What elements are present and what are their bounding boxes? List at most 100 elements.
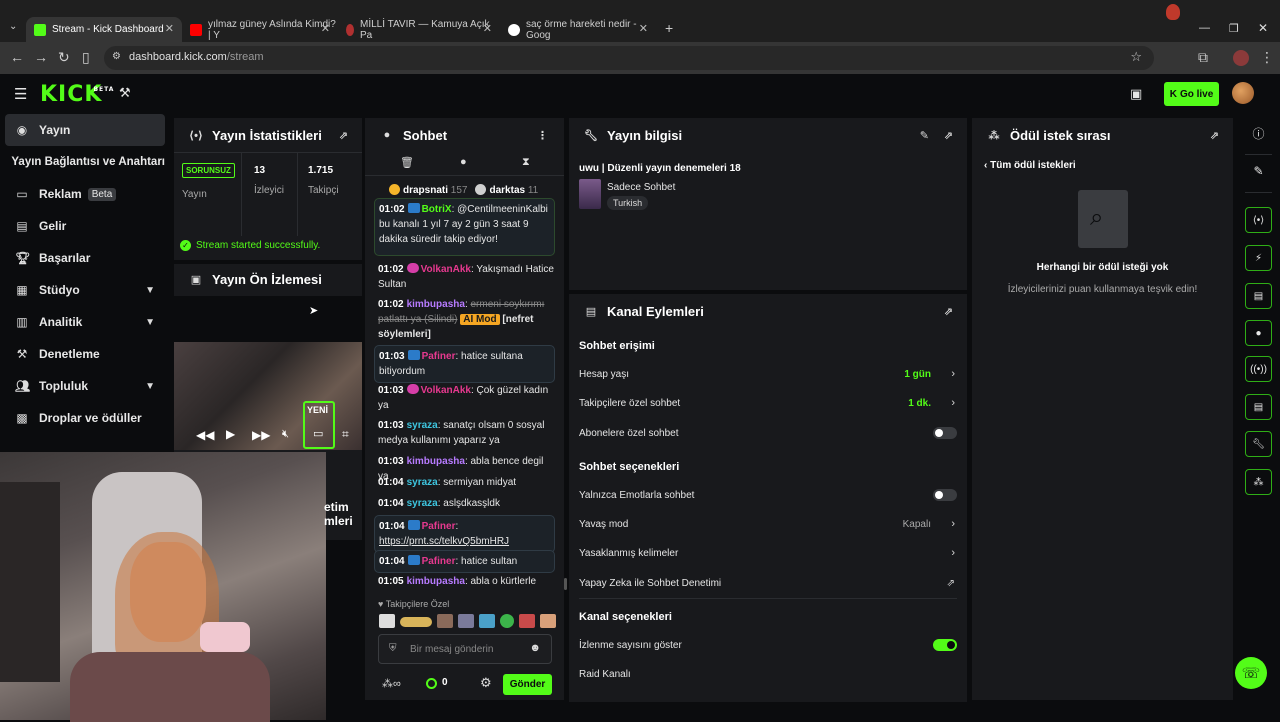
minimize-icon[interactable]: — xyxy=(1199,22,1210,34)
sidebar-item-droplar[interactable]: ▩ Droplar ve ödüller xyxy=(5,402,165,434)
new-feature-badge-box[interactable]: YENİ ▭ xyxy=(303,401,335,449)
info-icon[interactable]: ⓘ xyxy=(1245,120,1272,146)
theatre-mode-icon[interactable]: ▣ xyxy=(1130,86,1142,102)
edit-pencil-icon[interactable]: ✎ xyxy=(1245,158,1272,184)
document-icon[interactable]: ▤ xyxy=(1245,283,1272,309)
close-window-icon[interactable]: ✕ xyxy=(1258,21,1268,35)
banned-words-row[interactable]: Yasaklanmış kelimeler › xyxy=(579,543,957,563)
language-tag[interactable]: Turkish xyxy=(607,196,649,210)
popout-icon[interactable]: ⇗ xyxy=(944,305,953,318)
send-button[interactable]: Gönder xyxy=(503,674,552,695)
sidebar-item-analitik[interactable]: ▥ Analitik ▼ xyxy=(5,306,165,338)
all-rewards-link[interactable]: ‹ Tüm ödül istekleri xyxy=(984,160,1076,171)
mute-icon[interactable]: 🔇︎ xyxy=(282,428,289,441)
chat-message-deleted[interactable]: 01:02 kimbupasha: ermeni soykırımı patlat… xyxy=(378,297,554,342)
close-tab-icon[interactable]: ✕ xyxy=(483,22,492,35)
close-tab-icon[interactable]: ✕ xyxy=(165,22,174,35)
chat-input[interactable]: ⛨ Bir mesaj gönderin ☻ xyxy=(378,634,552,664)
video-preview[interactable]: ◀◀ ▶ ▶▶ 🔇︎ YENİ ▭ ⌗ xyxy=(174,342,362,450)
chat-message[interactable]: 01:03 syraza: sanatçı olsam 0 sosyal medy… xyxy=(378,418,554,448)
close-tab-icon[interactable]: ✕ xyxy=(321,22,330,35)
followers-chat-row[interactable]: Takipçilere özel sohbet 1 dk. › xyxy=(579,393,957,413)
chat-message[interactable]: 01:04 syraza: aslşdkasşldk xyxy=(378,496,554,511)
top-user-2[interactable]: darktas 11 xyxy=(475,184,538,196)
emote-only-row[interactable]: Yalnızca Emotlarla sohbet xyxy=(579,485,957,505)
emoji-icon[interactable]: ☻ xyxy=(529,642,541,654)
support-chat-icon[interactable]: ☏ xyxy=(1235,657,1267,689)
popout-icon[interactable]: ⇗ xyxy=(339,129,348,142)
ai-moderation-row[interactable]: Yapay Zeka ile Sohbet Denetimi ⇗ xyxy=(579,573,957,593)
sidebar-item-stream-key[interactable]: Yayın Bağlantısı ve Anahtarı xyxy=(5,146,165,178)
emote-icon[interactable] xyxy=(458,614,474,628)
chat-message[interactable]: 01:03 Pafiner: hatice sultana bitiyordum xyxy=(374,345,555,383)
sidebar-item-gelir[interactable]: ▤ Gelir xyxy=(5,210,165,242)
chat-message[interactable]: 01:02 BotriX: @CentilmeeninKalbi bu kanal… xyxy=(374,198,555,256)
user-avatar[interactable] xyxy=(1232,82,1254,104)
edit-pencil-icon[interactable]: ✎ xyxy=(920,129,929,142)
raid-channel-row[interactable]: Raid Kanalı xyxy=(579,664,957,684)
show-views-row[interactable]: İzlenme sayısını göster xyxy=(579,635,957,655)
users-infinity-icon[interactable]: ⁂∞ xyxy=(382,677,401,690)
chat-scrollbar[interactable] xyxy=(564,578,567,590)
hammer-icon[interactable]: ⚒ xyxy=(119,85,131,101)
chat-widget-icon[interactable]: ● xyxy=(1245,320,1272,346)
extensions-icon[interactable]: ⧉ xyxy=(1198,49,1208,66)
msg-link[interactable]: https://prnt.sc/telkvQ5bmHRJ xyxy=(379,536,509,547)
hourglass-icon[interactable]: ⧗ xyxy=(522,156,530,169)
crop-icon[interactable]: ⌗ xyxy=(342,427,349,442)
chat-message[interactable]: 01:02 VolkanAkk: Yakışmadı Hatice Sultan xyxy=(378,262,554,292)
emote-icon[interactable] xyxy=(479,614,495,628)
forward-arrow-icon[interactable]: → xyxy=(34,49,48,65)
split-view-icon[interactable]: ▯ xyxy=(82,49,90,66)
browser-tab-kick[interactable]: Stream - Kick Dashboard ✕ xyxy=(26,17,182,42)
sidebar-item-topluluk[interactable]: 👥︎ Topluluk ▼ xyxy=(5,370,165,402)
url-input[interactable]: ⚙ dashboard.kick.com/stream ☆ xyxy=(104,46,1154,70)
site-settings-icon[interactable]: ⚙ xyxy=(112,51,121,62)
popout-icon[interactable]: ⇗ xyxy=(1210,129,1219,142)
emote-icon[interactable] xyxy=(519,614,535,628)
browser-tab-youtube[interactable]: yılmaz güney Aslında Kimdi? | Y ✕ xyxy=(182,17,338,42)
chat-message[interactable]: 01:05 kimbupasha: abla o kürtlerle xyxy=(378,574,554,589)
slow-mode-row[interactable]: Yavaş mod Kapalı › xyxy=(579,514,957,534)
browser-tab-google[interactable]: saç örme hareketi nedir - Goog ✕ xyxy=(500,17,656,42)
browser-tab-milli[interactable]: MİLLİ TAVIR — Kamuya Açık Pa ✕ xyxy=(338,17,500,42)
account-age-row[interactable]: Hesap yaşı 1 gün › xyxy=(579,364,957,384)
chat-menu-icon[interactable]: ⋮ xyxy=(537,129,548,142)
sidebar-item-denetleme[interactable]: ⚒ Denetleme xyxy=(5,338,165,370)
wrench-widget-icon[interactable]: 🔧︎ xyxy=(1245,431,1272,457)
sidebar-item-reklam[interactable]: ▭ Reklam Beta xyxy=(5,178,165,210)
trash-icon[interactable]: 🗑︎ xyxy=(400,156,414,169)
chat-message[interactable]: 01:04 Pafiner: hatice sultan xyxy=(374,550,555,573)
forward-icon[interactable]: ▶▶ xyxy=(252,428,270,442)
close-tab-icon[interactable]: ✕ xyxy=(639,22,648,35)
chat-icon[interactable]: ● xyxy=(460,156,467,168)
play-icon[interactable]: ▶ xyxy=(226,427,235,441)
reload-icon[interactable]: ↻ xyxy=(58,49,70,66)
profile-avatar-icon[interactable] xyxy=(1233,50,1249,66)
tab-list-chevron-icon[interactable]: ⌄ xyxy=(9,21,17,32)
category-name[interactable]: Sadece Sohbet xyxy=(607,182,675,193)
subs-chat-row[interactable]: Abonelere özel sohbet xyxy=(579,423,957,443)
emote-only-toggle[interactable] xyxy=(933,489,957,501)
chat-message[interactable]: 01:04 syraza: sermiyan midyat xyxy=(378,475,554,490)
chat-message[interactable]: 01:04 Pafiner: https://prnt.sc/telkvQ5bmHR… xyxy=(374,515,555,553)
rewards-widget-icon[interactable]: ⁂ xyxy=(1245,469,1272,495)
sidebar-item-studyo[interactable]: ▦ Stüdyo ▼ xyxy=(5,274,165,306)
hamburger-menu-icon[interactable]: ☰ xyxy=(14,85,27,103)
sidebar-item-yayin[interactable]: ◉ Yayın xyxy=(5,114,165,146)
popout-icon[interactable]: ⇗ xyxy=(944,129,953,142)
emote-icon[interactable] xyxy=(379,614,395,628)
show-views-toggle[interactable] xyxy=(933,639,957,651)
rewind-icon[interactable]: ◀◀ xyxy=(196,428,214,442)
top-user-1[interactable]: drapsnati 157 xyxy=(389,184,467,196)
emote-icon[interactable] xyxy=(540,614,556,628)
browser-menu-icon[interactable]: ⋮ xyxy=(1260,49,1274,66)
new-tab-icon[interactable]: + xyxy=(665,20,673,36)
emote-icon[interactable] xyxy=(437,614,453,628)
subs-chat-toggle[interactable] xyxy=(933,427,957,439)
restore-icon[interactable]: ❐ xyxy=(1229,22,1239,35)
go-live-button[interactable]: K Go live xyxy=(1164,82,1219,106)
sidebar-item-basarilar[interactable]: 🏆︎ Başarılar xyxy=(5,242,165,274)
emote-icon[interactable] xyxy=(400,617,432,627)
chat-message[interactable]: 01:03 VolkanAkk: Çok güzel kadın ya xyxy=(378,383,554,413)
